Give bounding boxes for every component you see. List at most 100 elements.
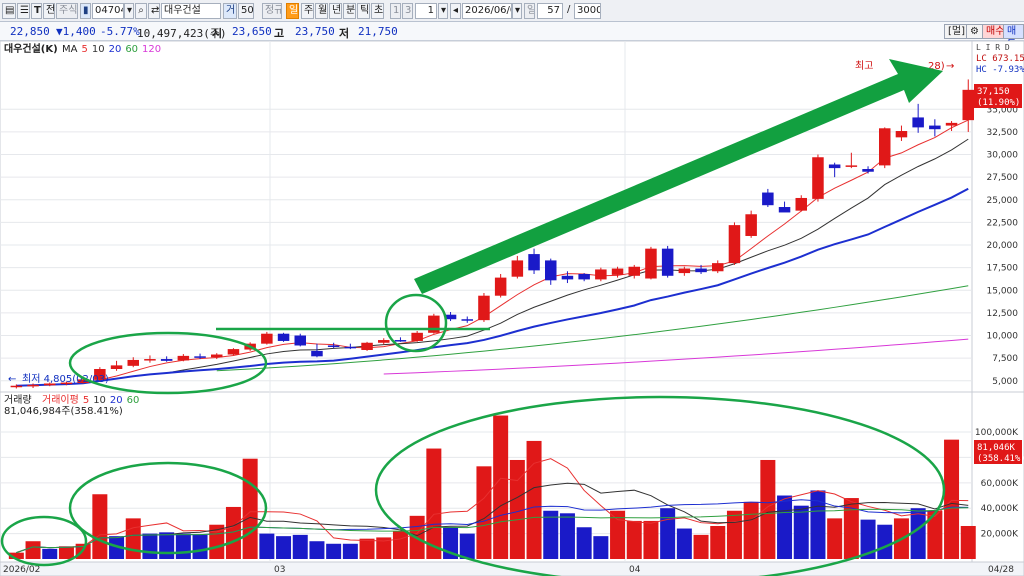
- total-count-input[interactable]: 3000: [574, 3, 601, 19]
- candle-body: [661, 248, 674, 276]
- candle-body: [578, 273, 590, 280]
- period-week-tab[interactable]: 주: [301, 3, 314, 19]
- low-value: 21,750: [358, 25, 398, 38]
- period-month-tab[interactable]: 월: [315, 3, 328, 19]
- side-label-lc: LC 673.15%: [976, 54, 1024, 64]
- date-dropdown-icon[interactable]: ▾: [512, 3, 522, 19]
- trade-button[interactable]: 거래: [223, 3, 237, 19]
- stock-chart[interactable]: 5,000 7,500 10,000 12,500 15,000 17,500 20,000…: [0, 41, 1024, 576]
- stock-name-field[interactable]: 대우건설: [161, 3, 221, 19]
- candle-body: [478, 295, 490, 321]
- current-price: 22,850: [10, 25, 50, 38]
- side-header: L I R D: [976, 43, 1010, 52]
- interval-3-button[interactable]: 3: [402, 3, 413, 19]
- volume-bar: [276, 536, 292, 559]
- volume-bar: [693, 534, 709, 559]
- candle-body: [411, 332, 423, 341]
- candle-body: [110, 365, 123, 369]
- volume-bar: [559, 513, 575, 559]
- text-icon[interactable]: T: [31, 3, 42, 19]
- code-dropdown-icon[interactable]: ▾: [124, 3, 134, 19]
- candle-body: [277, 333, 290, 341]
- volume-bar: [526, 440, 542, 559]
- volume-bar: [175, 533, 191, 559]
- candle-body: [378, 340, 390, 343]
- tab-stock[interactable]: 주식: [56, 3, 78, 19]
- period-second-tab[interactable]: 초: [371, 3, 384, 19]
- period-minute-tab[interactable]: 분: [343, 3, 356, 19]
- ma-legend-item: 60: [125, 44, 138, 55]
- period-day-tab[interactable]: 일: [286, 3, 299, 19]
- date-prev-icon[interactable]: ◂: [450, 3, 461, 19]
- candle-body: [728, 225, 741, 264]
- volume-bar: [676, 528, 692, 559]
- interval-1-button[interactable]: 1: [390, 3, 401, 19]
- price-tick-label: 15,000: [987, 286, 1019, 296]
- low-arrow-icon: ←: [8, 374, 16, 385]
- ma-legend: MA 5 10 20 60 120: [62, 44, 161, 55]
- volume-bar: [726, 510, 742, 559]
- candle-body: [762, 192, 774, 206]
- volume-bar: [643, 520, 659, 559]
- market-icon[interactable]: ▮: [80, 3, 91, 19]
- price-tick-label: 12,500: [987, 309, 1019, 319]
- candle-body: [879, 128, 891, 166]
- regular-session-button[interactable]: 정규: [262, 3, 282, 19]
- volume-bar: [292, 534, 308, 559]
- candle-body: [461, 319, 473, 321]
- date-input[interactable]: 2026/06/02: [462, 3, 512, 19]
- volume-bar: [493, 415, 509, 559]
- ma-legend-item: 5: [81, 44, 87, 55]
- volume-legend-item: 60: [127, 395, 140, 406]
- candle-body: [344, 346, 357, 349]
- period-year-tab[interactable]: 년: [329, 3, 342, 19]
- volume-bar: [593, 536, 609, 559]
- date-tick-label: 04: [629, 565, 641, 575]
- volume-bar: [58, 546, 74, 559]
- candle-body: [678, 268, 691, 274]
- volume-bar: [543, 510, 559, 559]
- search-icon[interactable]: ⌕: [135, 3, 147, 19]
- volume-bar: [426, 448, 442, 559]
- volume-bar: [125, 518, 141, 559]
- volume-tick-label: 40,000K: [981, 504, 1019, 514]
- period-tick-tab[interactable]: 틱: [357, 3, 370, 19]
- swap-icon[interactable]: ⇄: [148, 3, 160, 19]
- interval-input[interactable]: 1: [415, 3, 437, 19]
- candle-body: [177, 355, 190, 361]
- layout-icon[interactable]: ▤: [2, 3, 16, 19]
- candle-body: [327, 345, 340, 347]
- volume-bar: [392, 531, 408, 559]
- interval-dropdown-icon[interactable]: ▾: [438, 3, 448, 19]
- volume-legend-item: 20: [110, 395, 123, 406]
- fifty-button[interactable]: 50: [238, 3, 254, 19]
- candle-body: [862, 169, 874, 172]
- sell-button[interactable]: 매도: [1003, 24, 1024, 50]
- candle-body: [845, 165, 858, 167]
- price-tick-label: 25,000: [987, 196, 1019, 206]
- candle-body: [160, 359, 173, 361]
- price-tick-label: 22,500: [987, 218, 1019, 228]
- candle-body: [10, 385, 23, 388]
- high-label: 고: [274, 27, 285, 40]
- volume-bar: [793, 505, 809, 559]
- candle-body: [645, 248, 657, 279]
- volume-bar: [192, 534, 208, 559]
- candle-body: [628, 266, 640, 276]
- candle-body: [294, 335, 306, 346]
- quote-bar: 22,850 ▼1,400 -5.77% 10,497,423(주) 시 23,…: [0, 22, 1024, 50]
- all-icon[interactable]: 전: [43, 3, 55, 19]
- candle-body: [745, 214, 757, 236]
- volume-bar: [476, 466, 492, 559]
- volume-bar: [576, 527, 592, 559]
- visible-count-input[interactable]: 57: [537, 3, 563, 19]
- candle-body: [361, 342, 373, 350]
- settings-gear-icon[interactable]: ⚙: [966, 24, 983, 39]
- list-icon[interactable]: ☰: [17, 3, 30, 19]
- candle-body: [127, 359, 139, 366]
- last-volume-label: 81,046K: [977, 443, 1016, 453]
- price-tick-label: 17,500: [987, 264, 1019, 274]
- candle-body: [895, 131, 908, 138]
- price-tick-label: 7,500: [992, 354, 1018, 364]
- code-input[interactable]: 047040: [92, 3, 124, 19]
